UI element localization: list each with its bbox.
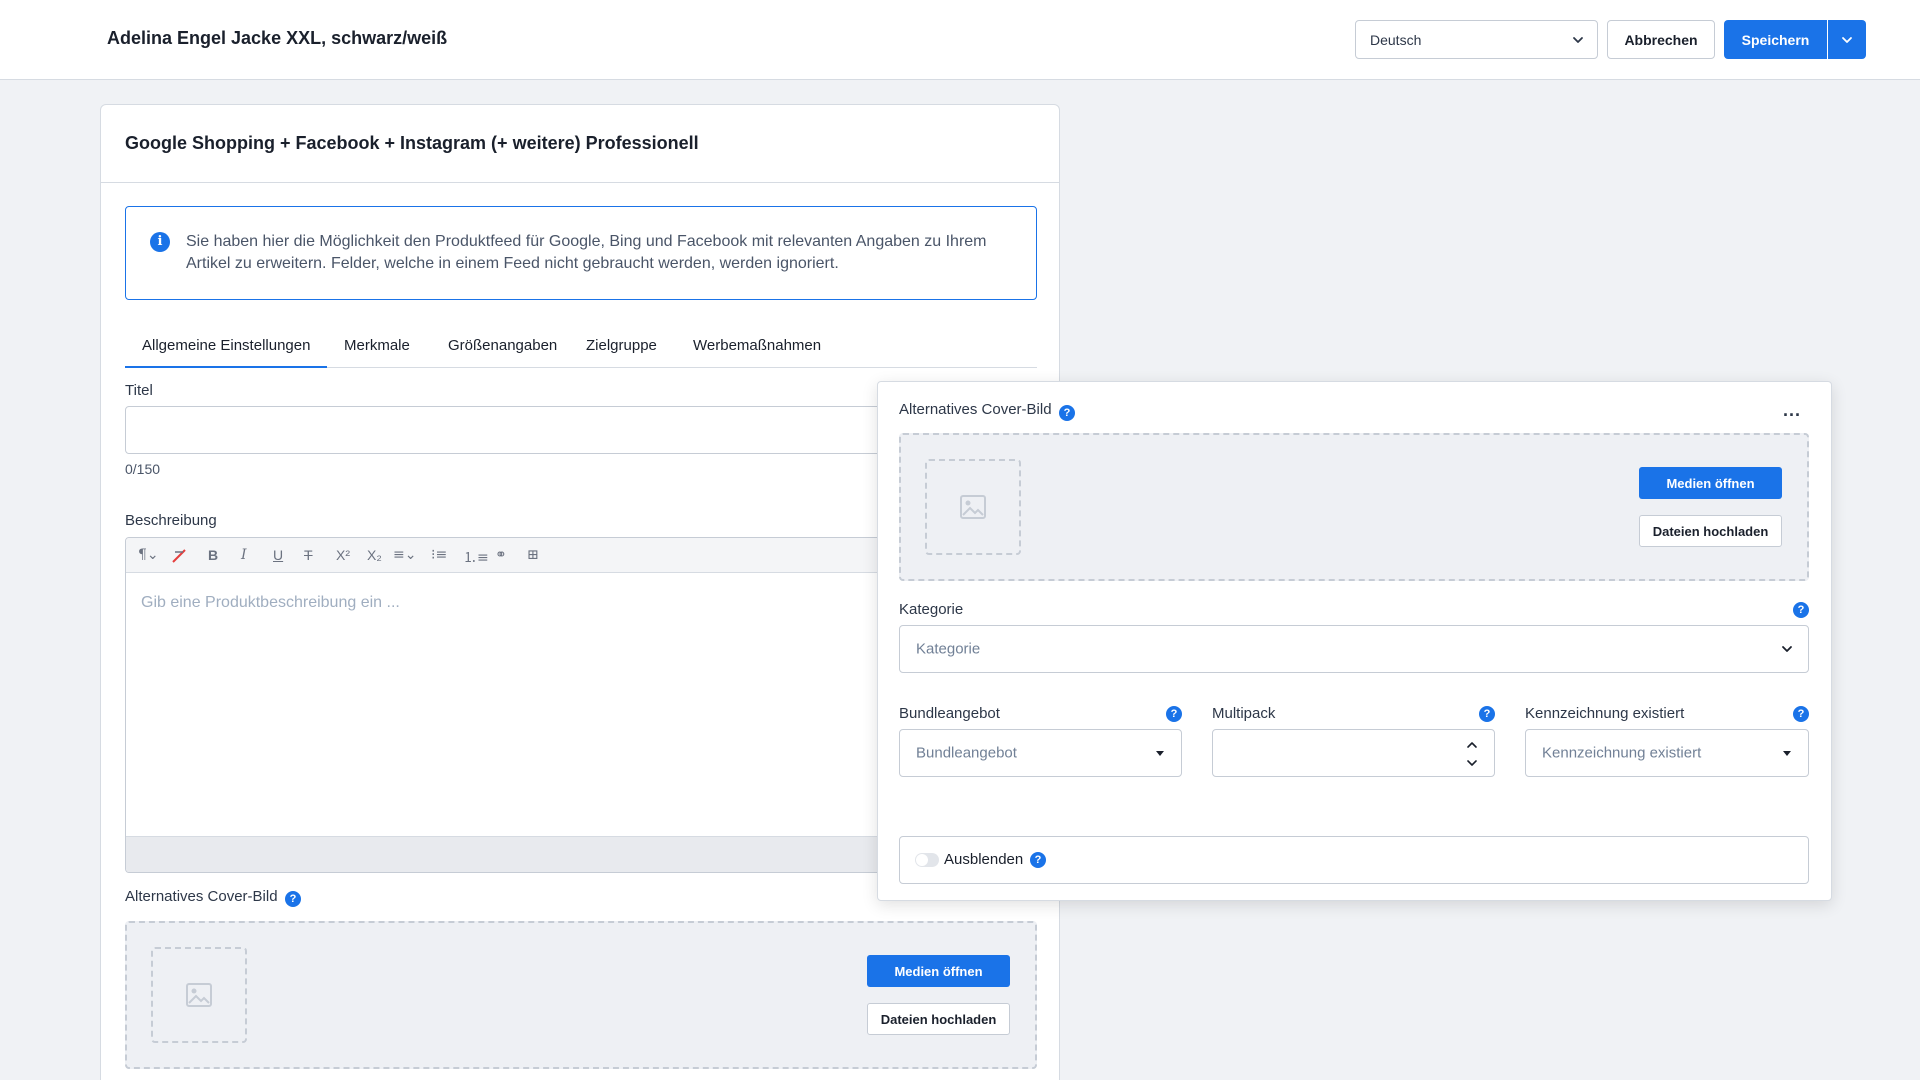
description-label: Beschreibung (125, 512, 217, 529)
superscript-icon[interactable]: X² (336, 547, 350, 563)
tab-features[interactable]: Merkmale (327, 337, 427, 368)
hide-row: Ausblenden ? (899, 836, 1809, 884)
category-label: Kategorie (899, 601, 964, 618)
info-icon: i (150, 232, 170, 252)
card-title: Google Shopping + Facebook + Instagram (… (125, 133, 699, 153)
hide-toggle[interactable] (915, 853, 939, 867)
image-icon (960, 495, 986, 519)
marking-placeholder: Kennzeichnung existiert (1542, 744, 1702, 762)
underline-icon[interactable]: U (273, 547, 283, 563)
chevron-down-icon (1573, 37, 1583, 43)
panel-upload-files-button[interactable]: Dateien hochladen (1639, 515, 1782, 547)
panel-cover-image-label: Alternatives Cover-Bild (899, 401, 1052, 418)
marking-label: Kennzeichnung existiert (1525, 705, 1685, 722)
image-placeholder (925, 459, 1021, 555)
page-title: Adelina Engel Jacke XXL, schwarz/weiß (107, 28, 448, 48)
tab-general-settings[interactable]: Allgemeine Einstellungen (125, 337, 328, 368)
subscript-icon[interactable]: X₂ (367, 547, 382, 563)
bullet-list-icon[interactable]: ⁝≡ (431, 547, 447, 563)
italic-icon[interactable]: I (241, 547, 247, 563)
floating-settings-panel: Alternatives Cover-Bild ? ... Medien öff… (877, 381, 1832, 901)
chevron-down-icon (1782, 646, 1792, 652)
tab-target-group[interactable]: Zielgruppe (569, 337, 674, 368)
chevron-down-icon[interactable] (1466, 757, 1478, 769)
clear-format-icon[interactable] (170, 547, 188, 565)
card-header: Google Shopping + Facebook + Instagram (… (101, 105, 1059, 183)
numbered-list-icon[interactable]: ⒈≡ (463, 547, 489, 567)
chevron-up-icon[interactable] (1466, 739, 1478, 751)
tab-size-info[interactable]: Größenangaben (431, 337, 574, 368)
help-icon[interactable]: ? (1793, 602, 1809, 618)
save-options-button[interactable] (1828, 20, 1866, 59)
multipack-number-input[interactable] (1212, 729, 1495, 777)
link-icon[interactable]: ⚭ (495, 547, 507, 563)
open-media-button[interactable]: Medien öffnen (867, 955, 1010, 987)
bundle-label: Bundleangebot (899, 705, 1000, 722)
category-select[interactable]: Kategorie (899, 625, 1809, 673)
title-char-counter: 0/150 (125, 461, 161, 477)
table-icon[interactable]: ⊞ (527, 547, 539, 563)
caret-down-icon (1783, 751, 1791, 756)
cancel-button[interactable]: Abbrechen (1607, 20, 1715, 59)
tab-bar: Allgemeine Einstellungen Merkmale Größen… (125, 327, 1037, 368)
image-placeholder (151, 947, 247, 1043)
top-bar: Adelina Engel Jacke XXL, schwarz/weiß De… (0, 0, 1920, 80)
cover-image-label: Alternatives Cover-Bild (125, 888, 278, 905)
image-icon (186, 983, 212, 1007)
align-icon[interactable]: ≡⌄ (393, 547, 416, 563)
save-button[interactable]: Speichern (1724, 20, 1827, 59)
cover-image-dropzone[interactable]: Medien öffnen Dateien hochladen (125, 921, 1037, 1069)
help-icon[interactable]: ? (1059, 405, 1075, 421)
more-options-icon[interactable]: ... (1783, 400, 1801, 421)
panel-open-media-button[interactable]: Medien öffnen (1639, 467, 1782, 499)
help-icon[interactable]: ? (1479, 706, 1495, 722)
tab-promotions[interactable]: Werbemaßnahmen (676, 337, 838, 368)
upload-files-button[interactable]: Dateien hochladen (867, 1003, 1010, 1035)
paragraph-format-icon[interactable]: ¶⌄ (138, 547, 159, 563)
panel-cover-image-dropzone[interactable]: Medien öffnen Dateien hochladen (899, 433, 1809, 581)
language-select[interactable]: Deutsch (1355, 20, 1598, 59)
strikethrough-icon[interactable]: T (304, 547, 313, 563)
multipack-label: Multipack (1212, 705, 1276, 722)
caret-down-icon (1156, 751, 1164, 756)
chevron-down-icon (1842, 36, 1852, 43)
help-icon[interactable]: ? (285, 891, 301, 907)
title-label: Titel (125, 382, 153, 399)
help-icon[interactable]: ? (1030, 852, 1046, 868)
info-text: Sie haben hier die Möglichkeit den Produ… (186, 233, 987, 272)
description-placeholder: Gib eine Produktbeschreibung ein ... (141, 594, 400, 611)
bold-icon[interactable]: B (208, 547, 218, 563)
hide-label: Ausblenden (944, 851, 1024, 868)
info-alert: i Sie haben hier die Möglichkeit den Pro… (125, 206, 1037, 300)
bundle-placeholder: Bundleangebot (916, 744, 1017, 762)
help-icon[interactable]: ? (1793, 706, 1809, 722)
category-placeholder: Kategorie (916, 640, 981, 658)
help-icon[interactable]: ? (1166, 706, 1182, 722)
language-select-value: Deutsch (1370, 32, 1422, 48)
bundle-select[interactable]: Bundleangebot (899, 729, 1182, 777)
marking-select[interactable]: Kennzeichnung existiert (1525, 729, 1809, 777)
